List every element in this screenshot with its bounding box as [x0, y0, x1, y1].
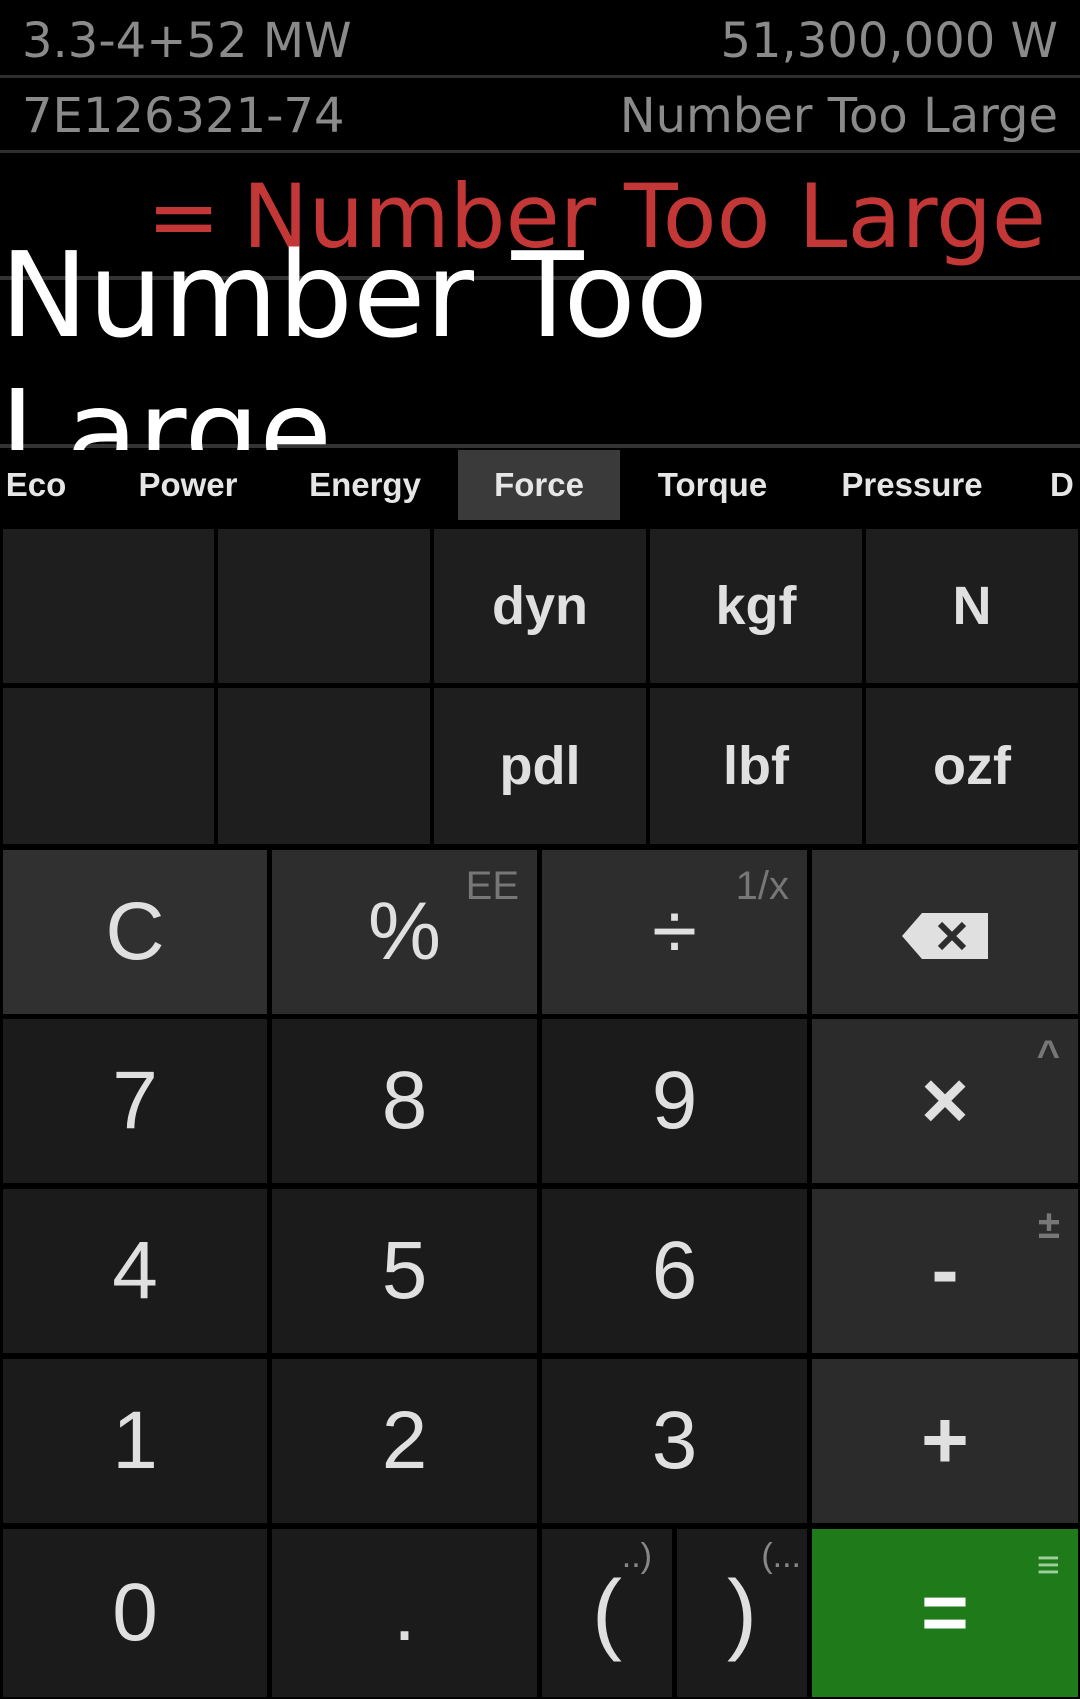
history-result: 51,300,000 W — [720, 12, 1058, 69]
decimal-point-label: . — [393, 1567, 416, 1658]
history-expression: 7E126321-74 — [22, 87, 345, 144]
clear-label: C — [105, 886, 165, 977]
digit-3-label: 3 — [651, 1395, 698, 1486]
open-paren-label: ( — [592, 1562, 622, 1663]
unit-blank-button[interactable] — [3, 529, 214, 683]
digit-1-label: 1 — [112, 1395, 158, 1486]
close-paren-sublabel: (... — [761, 1537, 801, 1575]
close-paren-button[interactable]: ) (... — [677, 1529, 807, 1697]
equals-label: = — [921, 1567, 969, 1658]
digit-5-label: 5 — [381, 1225, 428, 1316]
multiply-label: × — [921, 1055, 969, 1146]
unit-dyn-button[interactable]: dyn — [434, 529, 646, 683]
main-display[interactable]: Number Too Large — [0, 226, 1080, 502]
unit-blank-button[interactable] — [218, 688, 430, 844]
unit-pdl-button[interactable]: pdl — [434, 688, 646, 844]
history-expression: 3.3-4+52 MW — [22, 12, 352, 69]
unit-ozf-button[interactable]: ozf — [866, 688, 1078, 844]
divide-button[interactable]: ÷ 1/x — [542, 850, 807, 1014]
open-paren-sublabel: ..) — [621, 1537, 652, 1575]
history-row[interactable]: 7E126321-74 Number Too Large — [0, 81, 1080, 153]
digit-2-button[interactable]: 2 — [272, 1359, 537, 1523]
equals-button[interactable]: = ≡ — [812, 1529, 1078, 1697]
tab-d[interactable]: D — [1050, 450, 1080, 520]
percent-label: % — [368, 886, 441, 977]
power-sublabel: ^ — [1036, 1033, 1060, 1077]
digit-9-label: 9 — [651, 1055, 698, 1146]
digit-6-label: 6 — [651, 1225, 698, 1316]
digit-0-label: 0 — [112, 1567, 158, 1658]
close-paren-label: ) — [727, 1562, 757, 1663]
history-result: Number Too Large — [619, 87, 1058, 144]
unit-kgf-button[interactable]: kgf — [650, 529, 862, 683]
ee-sublabel: EE — [465, 864, 519, 908]
digit-9-button[interactable]: 9 — [542, 1019, 807, 1183]
digit-7-button[interactable]: 7 — [3, 1019, 267, 1183]
digit-7-label: 7 — [112, 1055, 158, 1146]
digit-1-button[interactable]: 1 — [3, 1359, 267, 1523]
digit-4-button[interactable]: 4 — [3, 1189, 267, 1353]
digit-8-button[interactable]: 8 — [272, 1019, 537, 1183]
minus-label: - — [931, 1225, 959, 1316]
plus-button[interactable]: + — [812, 1359, 1078, 1523]
open-paren-button[interactable]: ( ..) — [542, 1529, 672, 1697]
tab-force[interactable]: Force — [458, 450, 620, 520]
backspace-button[interactable] — [812, 850, 1078, 1014]
unit-category-tabs[interactable]: Eco Power Energy Force Torque Pressure D — [0, 450, 1080, 520]
backspace-icon — [902, 885, 988, 979]
plus-label: + — [921, 1395, 969, 1486]
tab-pressure[interactable]: Pressure — [818, 450, 1006, 520]
decimal-point-button[interactable]: . — [272, 1529, 537, 1697]
plus-minus-sublabel: ± — [1038, 1203, 1060, 1247]
tab-torque[interactable]: Torque — [640, 450, 785, 520]
reciprocal-sublabel: 1/x — [735, 864, 789, 908]
digit-5-button[interactable]: 5 — [272, 1189, 537, 1353]
multiply-button[interactable]: × ^ — [812, 1019, 1078, 1183]
history-row[interactable]: 3.3-4+52 MW 51,300,000 W — [0, 6, 1080, 78]
unit-n-button[interactable]: N — [866, 529, 1078, 683]
digit-4-label: 4 — [112, 1225, 158, 1316]
percent-button[interactable]: % EE — [272, 850, 537, 1014]
unit-blank-button[interactable] — [218, 529, 430, 683]
tab-eco[interactable]: Eco — [0, 450, 72, 520]
digit-8-label: 8 — [381, 1055, 428, 1146]
minus-button[interactable]: - ± — [812, 1189, 1078, 1353]
divide-label: ÷ — [651, 886, 697, 977]
clear-button[interactable]: C — [3, 850, 267, 1014]
digit-2-label: 2 — [381, 1395, 428, 1486]
unit-blank-button[interactable] — [3, 688, 214, 844]
digit-0-button[interactable]: 0 — [3, 1529, 267, 1697]
unit-lbf-button[interactable]: lbf — [650, 688, 862, 844]
digit-3-button[interactable]: 3 — [542, 1359, 807, 1523]
tab-energy[interactable]: Energy — [290, 450, 440, 520]
menu-sublabel-icon: ≡ — [1036, 1543, 1060, 1587]
tab-power[interactable]: Power — [118, 450, 258, 520]
digit-6-button[interactable]: 6 — [542, 1189, 807, 1353]
